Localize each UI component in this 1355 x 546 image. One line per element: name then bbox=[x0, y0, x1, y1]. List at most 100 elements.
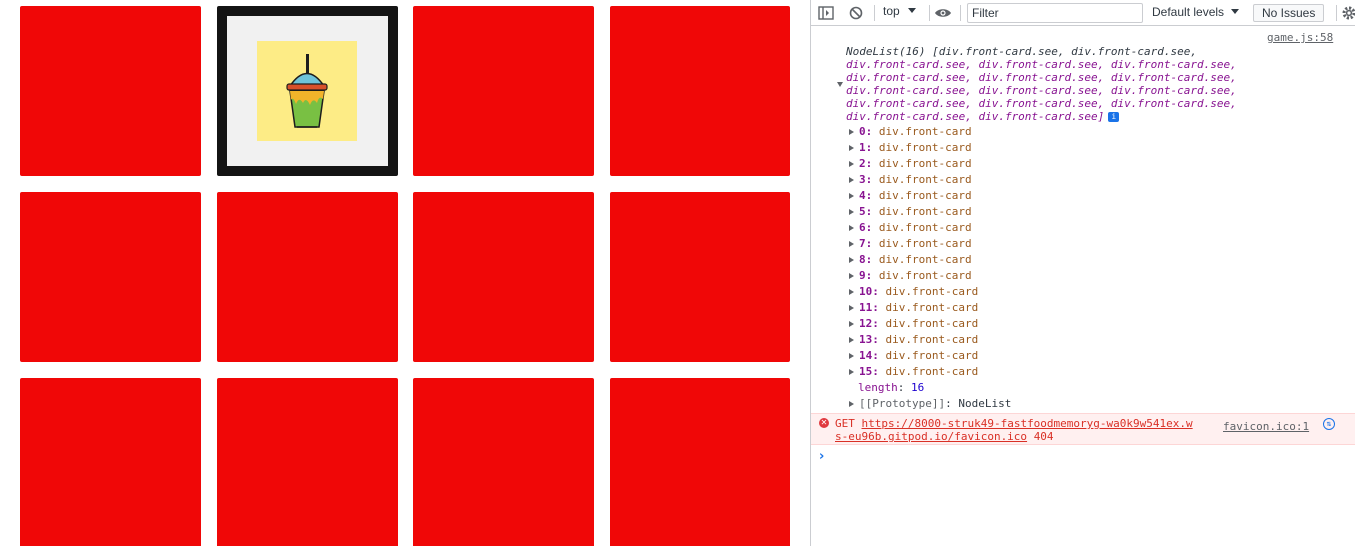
expand-triangle-icon[interactable] bbox=[849, 257, 854, 263]
expand-triangle-icon[interactable] bbox=[849, 145, 854, 151]
nodelist-item[interactable]: 1: div.front-card bbox=[849, 140, 972, 156]
console-toolbar: top Filter Default levels No Issues bbox=[811, 0, 1355, 26]
error-message-row: ✕ GET https://8000-struk49-fastfoodmemor… bbox=[811, 413, 1355, 445]
expand-triangle-icon[interactable] bbox=[849, 353, 854, 359]
error-source-link[interactable]: favicon.ico:1 bbox=[1223, 420, 1309, 433]
item-value: div.front-card bbox=[878, 221, 972, 234]
error-x-icon: ✕ bbox=[819, 418, 829, 428]
item-index: 6: bbox=[859, 221, 873, 234]
item-value: div.front-card bbox=[878, 157, 972, 170]
expand-triangle-icon[interactable] bbox=[849, 161, 854, 167]
prototype-row[interactable]: [[Prototype]]: NodeList bbox=[849, 396, 1011, 412]
memory-card[interactable] bbox=[413, 192, 594, 362]
expand-triangle-icon[interactable] bbox=[849, 337, 854, 343]
sidebar-toggle-icon[interactable] bbox=[817, 3, 835, 23]
item-index: 10: bbox=[859, 285, 879, 298]
error-status: 404 bbox=[1033, 430, 1054, 443]
card-face bbox=[227, 16, 388, 166]
console-prompt-icon[interactable]: › bbox=[819, 449, 824, 464]
memory-card-flipped[interactable] bbox=[217, 6, 398, 176]
chevron-down-icon bbox=[1231, 9, 1240, 14]
nodelist-item[interactable]: 8: div.front-card bbox=[849, 252, 972, 268]
nodelist-item[interactable]: 2: div.front-card bbox=[849, 156, 972, 172]
expand-triangle-icon[interactable] bbox=[849, 369, 854, 375]
nodelist-item[interactable]: 0: div.front-card bbox=[849, 124, 972, 140]
error-url-link-cont[interactable]: s-eu96b.gitpod.io/favicon.ico bbox=[835, 430, 1027, 443]
devtools-panel: top Filter Default levels No Issues game… bbox=[810, 0, 1355, 546]
network-request-icon[interactable]: ⇅ bbox=[1323, 418, 1335, 430]
memory-card[interactable] bbox=[610, 6, 790, 176]
item-index: 4: bbox=[859, 189, 873, 202]
memory-card[interactable] bbox=[20, 6, 201, 176]
expand-triangle-icon[interactable] bbox=[849, 401, 854, 407]
prototype-value: NodeList bbox=[958, 397, 1012, 410]
memory-card[interactable] bbox=[413, 6, 594, 176]
toolbar-divider bbox=[1336, 5, 1337, 21]
chevron-down-icon bbox=[908, 8, 917, 13]
nodelist-item[interactable]: 5: div.front-card bbox=[849, 204, 972, 220]
expand-triangle-icon[interactable] bbox=[849, 273, 854, 279]
expand-triangle-icon[interactable] bbox=[849, 289, 854, 295]
log-summary-last-line: div.front-card.see, div.front-card.see] i bbox=[846, 110, 1120, 123]
collapse-triangle-icon[interactable] bbox=[837, 82, 843, 87]
memory-card[interactable] bbox=[20, 192, 201, 362]
toolbar-divider bbox=[929, 5, 930, 21]
item-index: 5: bbox=[859, 205, 873, 218]
prototype-key: [[Prototype]] bbox=[859, 397, 946, 410]
nodelist-item[interactable]: 9: div.front-card bbox=[849, 268, 972, 284]
expand-triangle-icon[interactable] bbox=[849, 225, 854, 231]
log-levels-dropdown[interactable]: Default levels bbox=[1152, 5, 1240, 19]
error-method: GET bbox=[835, 417, 855, 430]
item-value: div.front-card bbox=[878, 205, 972, 218]
memory-card[interactable] bbox=[610, 378, 790, 546]
item-value: div.front-card bbox=[885, 349, 979, 362]
expand-triangle-icon[interactable] bbox=[849, 129, 854, 135]
item-value: div.front-card bbox=[878, 189, 972, 202]
nodelist-item[interactable]: 6: div.front-card bbox=[849, 220, 972, 236]
info-icon[interactable]: i bbox=[1108, 112, 1120, 122]
eye-icon[interactable] bbox=[933, 3, 953, 23]
item-index: 2: bbox=[859, 157, 873, 170]
nodelist-item[interactable]: 3: div.front-card bbox=[849, 172, 972, 188]
item-value: div.front-card bbox=[885, 301, 979, 314]
nodelist-item[interactable]: 14: div.front-card bbox=[849, 348, 978, 364]
item-value: div.front-card bbox=[878, 269, 972, 282]
expand-triangle-icon[interactable] bbox=[849, 305, 854, 311]
nodelist-item[interactable]: 10: div.front-card bbox=[849, 284, 978, 300]
memory-card[interactable] bbox=[217, 192, 398, 362]
item-index: 15: bbox=[859, 365, 879, 378]
memory-card[interactable] bbox=[413, 378, 594, 546]
nodelist-item[interactable]: 7: div.front-card bbox=[849, 236, 972, 252]
log-summary-line: div.front-card.see, div.front-card.see, … bbox=[846, 84, 1237, 97]
clear-console-icon[interactable] bbox=[847, 3, 865, 23]
expand-triangle-icon[interactable] bbox=[849, 177, 854, 183]
memory-card[interactable] bbox=[610, 192, 790, 362]
item-index: 7: bbox=[859, 237, 873, 250]
settings-gear-icon[interactable] bbox=[1341, 3, 1355, 23]
log-summary-line: div.front-card.see, div.front-card.see, … bbox=[846, 71, 1237, 84]
item-value: div.front-card bbox=[885, 365, 979, 378]
expand-triangle-icon[interactable] bbox=[849, 193, 854, 199]
nodelist-item[interactable]: 11: div.front-card bbox=[849, 300, 978, 316]
error-url-link[interactable]: https://8000-struk49-fastfoodmemoryg-wa0… bbox=[862, 417, 1193, 430]
item-index: 12: bbox=[859, 317, 879, 330]
expand-triangle-icon[interactable] bbox=[849, 321, 854, 327]
filter-input[interactable]: Filter bbox=[967, 3, 1143, 23]
issues-button[interactable]: No Issues bbox=[1253, 4, 1325, 22]
item-index: 1: bbox=[859, 141, 873, 154]
memory-card[interactable] bbox=[217, 378, 398, 546]
nodelist-item[interactable]: 15: div.front-card bbox=[849, 364, 978, 380]
item-index: 3: bbox=[859, 173, 873, 186]
item-value: div.front-card bbox=[878, 237, 972, 250]
nodelist-item[interactable]: 4: div.front-card bbox=[849, 188, 972, 204]
memory-card[interactable] bbox=[20, 378, 201, 546]
memory-game-board bbox=[0, 0, 810, 546]
expand-triangle-icon[interactable] bbox=[849, 209, 854, 215]
item-index: 13: bbox=[859, 333, 879, 346]
context-selector[interactable]: top bbox=[883, 4, 917, 18]
log-source-link[interactable]: game.js:58 bbox=[1267, 31, 1333, 44]
nodelist-item[interactable]: 12: div.front-card bbox=[849, 316, 978, 332]
item-value: div.front-card bbox=[885, 285, 979, 298]
expand-triangle-icon[interactable] bbox=[849, 241, 854, 247]
nodelist-item[interactable]: 13: div.front-card bbox=[849, 332, 978, 348]
